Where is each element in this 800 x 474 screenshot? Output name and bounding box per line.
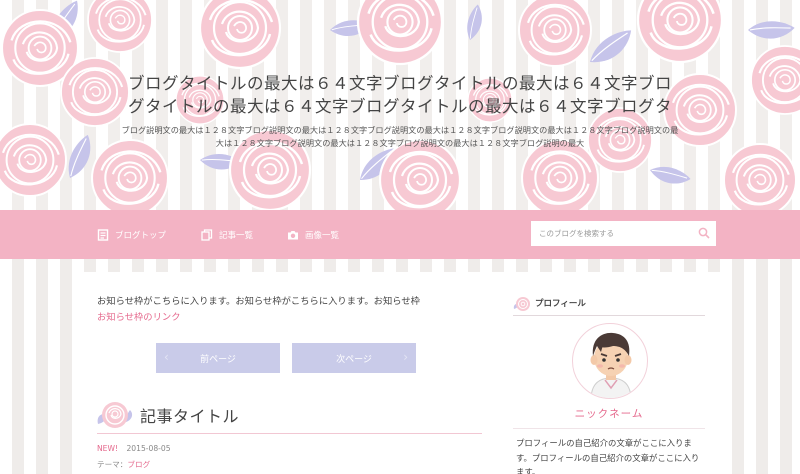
notice-link[interactable]: お知らせ枠のリンク <box>97 310 482 326</box>
notice-text: お知らせ枠がこちらに入ります。お知らせ枠がこちらに入ります。お知らせ枠 <box>97 296 420 307</box>
post-date: 2015-08-05 <box>126 444 171 453</box>
chevron-right-icon: › <box>403 350 408 364</box>
post-title[interactable]: 記事タイトル <box>140 403 239 427</box>
post-title-row: 記事タイトル <box>94 398 484 432</box>
nav-image-list[interactable]: 画像一覧 <box>287 210 339 259</box>
blog-description: ブログ説明文の最大は１２８文字ブログ説明文の最大は１２８文字ブログ説明文の最大は… <box>121 125 679 148</box>
rose-icon <box>97 402 133 428</box>
copy-icon <box>201 228 213 241</box>
blog-search-box <box>531 221 716 246</box>
nav-article-list-label: 記事一覧 <box>219 230 254 241</box>
post-meta: NEW! 2015-08-05 <box>97 444 171 453</box>
nav-article-list[interactable]: 記事一覧 <box>201 210 253 259</box>
nav-blog-top[interactable]: ブログトップ <box>97 210 166 259</box>
avatar[interactable] <box>572 323 648 399</box>
camera-icon <box>288 230 298 239</box>
profile-divider <box>513 428 705 429</box>
profile-heading-label: プロフィール <box>535 299 586 309</box>
nav-blog-top-label: ブログトップ <box>115 230 167 241</box>
rose-icon <box>513 297 530 311</box>
profile-nickname[interactable]: ニックネーム <box>513 406 705 421</box>
document-icon <box>97 228 109 241</box>
theme-link[interactable]: ブログ <box>127 460 150 469</box>
chevron-left-icon: ‹ <box>164 350 169 364</box>
nav-image-list-label: 画像一覧 <box>305 230 340 241</box>
post-theme: テーマ：ブログ <box>97 459 150 470</box>
user-avatar-illustration <box>590 332 632 398</box>
prev-page-button[interactable]: ‹ 前ページ <box>156 343 280 373</box>
profile-heading: プロフィール <box>513 293 705 315</box>
notice-box: お知らせ枠がこちらに入ります。お知らせ枠がこちらに入ります。お知らせ枠 お知らせ… <box>97 294 482 326</box>
theme-label: テーマ： <box>97 460 128 469</box>
blog-header: ブログタイトルの最大は６４文字ブログタイトルの最大は６４文字ブログタイトルの最大… <box>0 0 800 210</box>
new-badge: NEW! <box>97 444 119 453</box>
next-page-label: 次ページ <box>336 354 372 365</box>
post-title-divider <box>97 433 482 434</box>
profile-heading-divider <box>513 315 705 316</box>
next-page-button[interactable]: 次ページ › <box>292 343 416 373</box>
profile-intro-text: プロフィールの自己紹介の文章がここに入ります。プロフィールの自己紹介の文章がここ… <box>516 438 700 474</box>
prev-page-label: 前ページ <box>200 354 236 365</box>
search-input[interactable] <box>531 222 691 245</box>
search-icon[interactable] <box>698 227 710 239</box>
blog-title[interactable]: ブログタイトルの最大は６４文字ブログタイトルの最大は６４文字ブログタイトルの最大… <box>120 72 680 118</box>
